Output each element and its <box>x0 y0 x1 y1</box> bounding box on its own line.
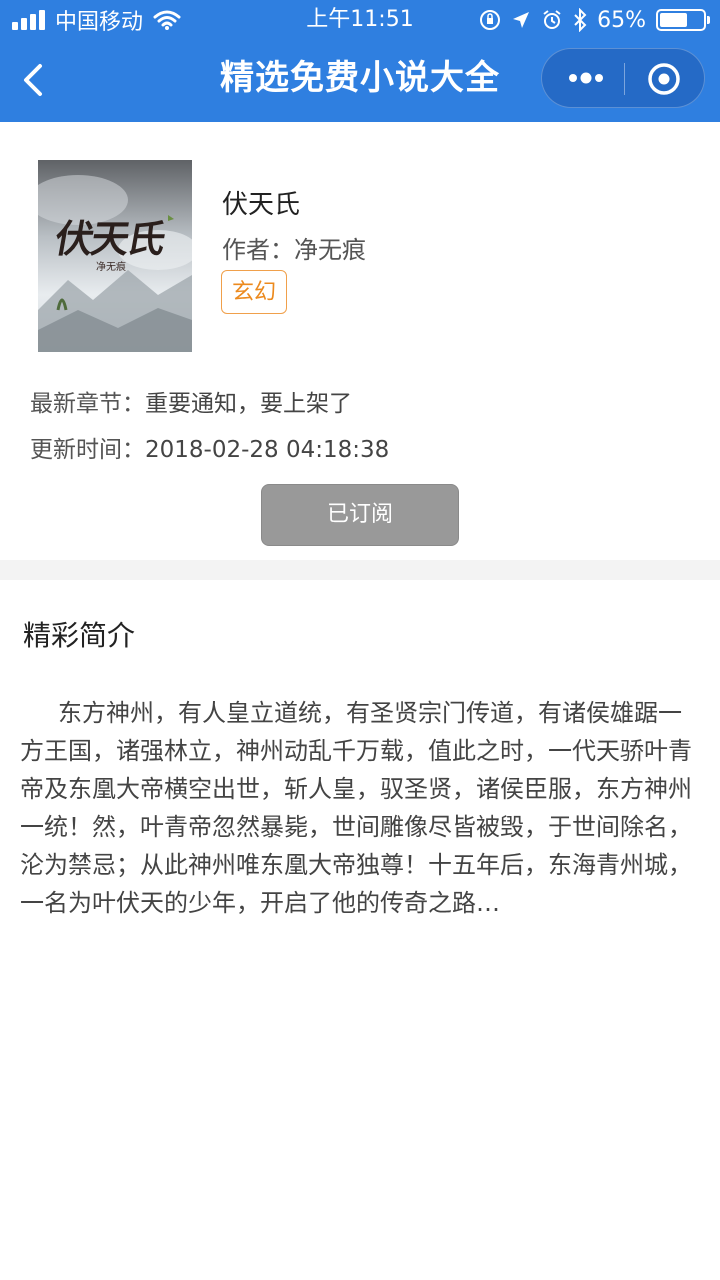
cover-author: 净无痕 <box>96 262 126 273</box>
status-right: 65% <box>479 6 710 34</box>
location-icon <box>513 12 530 28</box>
subscribed-button[interactable]: 已订阅 <box>261 484 459 546</box>
latest-chapter-value[interactable]: 重要通知，要上架了 <box>145 391 352 417</box>
latest-chapter-label: 最新章节： <box>30 391 145 417</box>
book-title: 伏天氏 <box>222 190 301 220</box>
more-icon[interactable] <box>566 69 606 87</box>
update-time-value: 2018-02-28 04:18:38 <box>145 437 390 463</box>
orientation-lock-icon <box>480 10 501 30</box>
update-time-label: 更新时间： <box>30 437 145 463</box>
section-divider <box>0 560 720 580</box>
status-bar: 中国移动 上午11:51 65% <box>0 0 720 40</box>
book-info-section: 伏天氏 净无痕 伏天氏 作者：净无痕 玄幻 最新章节：重要通知，要上架了 更新时… <box>0 122 720 560</box>
bluetooth-icon <box>574 8 587 32</box>
latest-chapter-row: 最新章节：重要通知，要上架了 <box>30 384 352 418</box>
app-header: 中国移动 上午11:51 65% 精选免费小说大全 <box>0 0 720 122</box>
navigation-bar: 精选免费小说大全 <box>0 40 720 122</box>
intro-text: 东方神州，有人皇立道统，有圣贤宗门传道，有诸侯雄踞一方王国，诸强林立，神州动乱千… <box>20 699 692 917</box>
update-time-row: 更新时间：2018-02-28 04:18:38 <box>30 430 389 464</box>
book-cover[interactable]: 伏天氏 净无痕 <box>38 160 192 352</box>
battery-percent: 65% <box>597 7 646 33</box>
mini-program-capsule <box>541 48 705 108</box>
battery-icon <box>656 9 710 31</box>
alarm-icon <box>543 10 561 29</box>
intro-heading: 精彩简介 <box>23 619 136 652</box>
capsule-divider <box>624 63 625 95</box>
book-author: 作者：净无痕 <box>222 236 366 264</box>
genre-tag: 玄幻 <box>221 270 288 314</box>
cover-title: 伏天氏 <box>51 216 168 261</box>
close-program-icon[interactable] <box>646 61 682 97</box>
